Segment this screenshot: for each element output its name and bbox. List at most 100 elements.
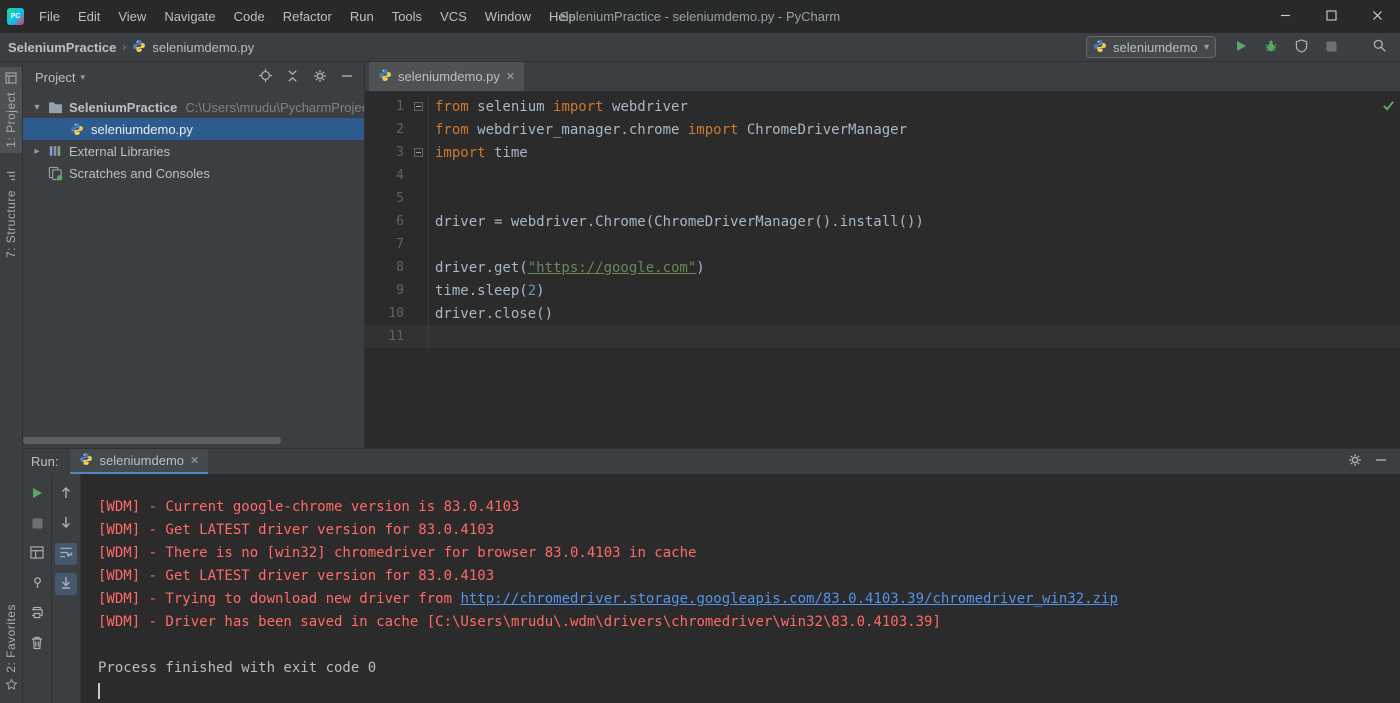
menu-code[interactable]: Code — [225, 0, 274, 33]
line-number: 10 — [388, 306, 404, 321]
code-line-10[interactable]: 10 driver.close() — [365, 302, 1400, 325]
run-tab-seleniumdemo[interactable]: seleniumdemo ✕ — [70, 449, 209, 474]
editor: seleniumdemo.py ✕ 1 from selenium import … — [365, 62, 1400, 448]
search-everywhere-button[interactable] — [1366, 35, 1392, 59]
maximize-button[interactable] — [1308, 0, 1354, 33]
code-line-4[interactable]: 4 — [365, 164, 1400, 187]
editor-tab-seleniumdemo[interactable]: seleniumdemo.py ✕ — [369, 62, 525, 91]
line-number-gutter[interactable]: 9 — [365, 279, 429, 302]
stop-process-button[interactable] — [26, 513, 48, 535]
line-number-gutter[interactable]: 3 — [365, 141, 429, 164]
up-stack-trace-button[interactable] — [55, 483, 77, 505]
minimize-button[interactable] — [1262, 0, 1308, 33]
code-line-3[interactable]: 3 import time — [365, 141, 1400, 164]
code-line-7[interactable]: 7 — [365, 233, 1400, 256]
menu-edit[interactable]: Edit — [69, 0, 109, 33]
run-console[interactable]: [WDM] - Current google-chrome version is… — [81, 474, 1400, 703]
down-stack-trace-button[interactable] — [55, 513, 77, 535]
python-icon — [69, 121, 85, 137]
code-editor[interactable]: 1 from selenium import webdriver 2 from web… — [365, 92, 1400, 448]
code-line-11[interactable]: 11 — [365, 325, 1400, 348]
line-number-gutter[interactable]: 8 — [365, 256, 429, 279]
tool-stripe-favorites[interactable]: 2: Favorites — [0, 599, 22, 699]
close-icon[interactable]: ✕ — [190, 454, 199, 467]
line-number-gutter[interactable]: 7 — [365, 233, 429, 256]
run-panel-settings-button[interactable] — [1342, 450, 1368, 474]
coverage-button[interactable] — [1288, 35, 1314, 59]
line-number-gutter[interactable]: 10 — [365, 302, 429, 325]
pin-tab-button[interactable] — [26, 573, 48, 595]
pin-icon — [31, 576, 44, 592]
menu-view[interactable]: View — [109, 0, 155, 33]
code-token: from — [435, 121, 469, 138]
collapse-all-button[interactable] — [279, 65, 306, 89]
line-number-gutter[interactable]: 5 — [365, 187, 429, 210]
tree-item-scratches[interactable]: Scratches and Consoles — [23, 162, 364, 184]
code-line-1[interactable]: 1 from selenium import webdriver — [365, 95, 1400, 118]
restore-layout-button[interactable] — [26, 543, 48, 565]
rerun-button[interactable] — [26, 483, 48, 505]
menu-window[interactable]: Window — [476, 0, 540, 33]
stop-button[interactable] — [1318, 35, 1344, 59]
menu-tools[interactable]: Tools — [383, 0, 431, 33]
menu-help[interactable]: Help — [540, 0, 585, 33]
menu-vcs[interactable]: VCS — [431, 0, 476, 33]
breadcrumb-file[interactable]: seleniumdemo.py — [152, 40, 254, 55]
scrollbar-thumb[interactable] — [23, 437, 281, 444]
fold-marker-icon[interactable] — [414, 101, 423, 111]
tool-stripe-structure[interactable]: 7: Structure — [0, 165, 22, 263]
title-bar: PC File Edit View Navigate Code Refactor Run To… — [0, 0, 1400, 33]
stop-icon — [32, 517, 43, 532]
scroll-to-end-button[interactable] — [55, 573, 77, 595]
run-button[interactable] — [1228, 35, 1254, 59]
code-line-2[interactable]: 2 from webdriver_manager.chrome import Ch… — [365, 118, 1400, 141]
hide-panel-button[interactable] — [333, 65, 360, 89]
menu-refactor[interactable]: Refactor — [274, 0, 341, 33]
fold-marker-icon[interactable] — [414, 147, 423, 157]
code-line-9[interactable]: 9 time.sleep(2) — [365, 279, 1400, 302]
debug-button[interactable] — [1258, 35, 1284, 59]
close-button[interactable] — [1354, 0, 1400, 33]
stop-icon — [1326, 40, 1337, 55]
line-number-gutter[interactable]: 1 — [365, 95, 429, 118]
tree-item-path: C:\Users\mrudu\PycharmProject — [185, 99, 364, 115]
line-number-gutter[interactable]: 4 — [365, 164, 429, 187]
code-line-6[interactable]: 6 driver = webdriver.Chrome(ChromeDriverM… — [365, 210, 1400, 233]
inspection-ok-icon[interactable] — [1382, 99, 1395, 115]
tool-stripe-project[interactable]: 1: Project — [0, 67, 22, 153]
menu-navigate[interactable]: Navigate — [155, 0, 224, 33]
tree-item-external-libraries[interactable]: ▸ External Libraries — [23, 140, 364, 162]
project-view-selector[interactable]: Project ▾ — [35, 70, 85, 85]
run-config-select[interactable]: seleniumdemo ▾ — [1086, 36, 1216, 58]
panel-settings-button[interactable] — [306, 65, 333, 89]
console-link[interactable]: http://chromedriver.storage.googleapis.c… — [460, 591, 1117, 607]
line-number-gutter[interactable]: 6 — [365, 210, 429, 233]
line-number: 7 — [396, 237, 404, 252]
clear-console-button[interactable] — [26, 633, 48, 655]
pycharm-logo-icon: PC — [7, 8, 24, 25]
console-text: [WDM] - Driver has been saved in cache [… — [98, 614, 941, 630]
line-number-gutter[interactable]: 2 — [365, 118, 429, 141]
scratches-icon — [47, 165, 63, 181]
tree-item-seleniumdemo[interactable]: seleniumdemo.py — [23, 118, 364, 140]
expand-arrow-icon[interactable]: ▾ — [31, 102, 43, 113]
code-line-5[interactable]: 5 — [365, 187, 1400, 210]
line-number: 4 — [396, 168, 404, 183]
line-number-gutter[interactable]: 11 — [365, 325, 429, 348]
code-token: time.sleep( — [435, 282, 528, 299]
code-token: import — [687, 121, 739, 138]
hide-run-panel-button[interactable] — [1368, 450, 1394, 474]
tree-item-project-root[interactable]: ▾ SeleniumPractice C:\Users\mrudu\Pychar… — [23, 96, 364, 118]
close-window-icon — [1372, 9, 1383, 24]
breadcrumb-project[interactable]: SeleniumPractice — [8, 40, 116, 55]
close-icon[interactable]: ✕ — [506, 70, 515, 83]
menu-file[interactable]: File — [30, 0, 69, 33]
locate-file-button[interactable] — [252, 65, 279, 89]
menu-run[interactable]: Run — [341, 0, 383, 33]
soft-wrap-button[interactable] — [55, 543, 77, 565]
code-line-8[interactable]: 8 driver.get("https://google.com") — [365, 256, 1400, 279]
collapse-arrow-icon[interactable]: ▸ — [31, 146, 43, 157]
print-console-button[interactable] — [26, 603, 48, 625]
tree-item-label: Scratches and Consoles — [69, 165, 210, 181]
